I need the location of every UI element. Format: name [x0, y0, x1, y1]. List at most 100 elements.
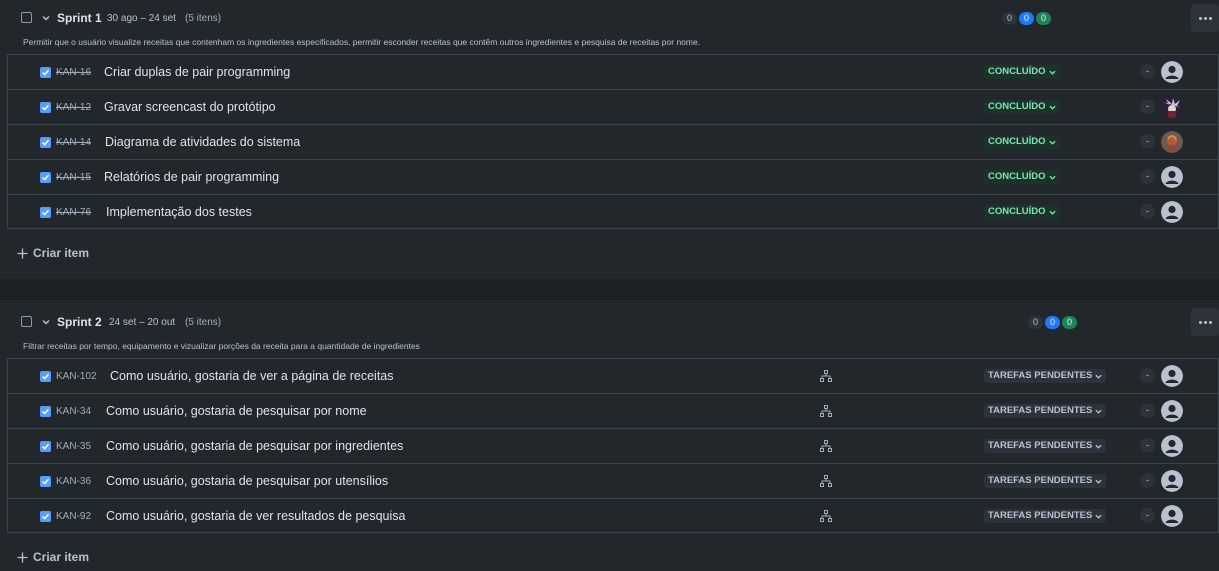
- status-dropdown[interactable]: TAREFAS PENDENTES: [984, 369, 1107, 383]
- todo-count-badge: 0: [1028, 316, 1043, 329]
- status-dropdown[interactable]: CONCLUÍDO: [984, 100, 1060, 114]
- create-item-label: Criar item: [33, 246, 90, 260]
- sprint-select-checkbox[interactable]: [21, 316, 32, 327]
- issue-key[interactable]: KAN-35: [56, 441, 91, 452]
- issue-key[interactable]: KAN-14: [56, 137, 91, 148]
- create-item-button[interactable]: Criar item: [17, 550, 89, 564]
- child-issues-icon[interactable]: [820, 370, 832, 382]
- story-points-field[interactable]: -: [1140, 64, 1155, 79]
- chevron-down-icon: [1048, 175, 1056, 180]
- create-item-button[interactable]: Criar item: [17, 246, 89, 260]
- status-label: CONCLUÍDO: [988, 101, 1046, 112]
- status-dropdown[interactable]: CONCLUÍDO: [984, 65, 1060, 79]
- status-dropdown[interactable]: CONCLUÍDO: [984, 170, 1060, 184]
- issue-title[interactable]: Implementação dos testes: [106, 205, 252, 219]
- more-actions-button[interactable]: [1191, 308, 1219, 336]
- issue-row[interactable]: KAN-76 Implementação dos testes CONCLUÍD…: [7, 194, 1219, 229]
- chevron-down-icon: [1095, 514, 1102, 519]
- issue-row[interactable]: KAN-34 Como usuário, gostaria de pesquis…: [7, 393, 1219, 428]
- sprint-header: Sprint 1 30 ago – 24 set (5 itens) 0 0 0: [0, 0, 1219, 36]
- issue-row[interactable]: KAN-35 Como usuário, gostaria de pesquis…: [7, 428, 1219, 463]
- issue-key[interactable]: KAN-34: [56, 406, 91, 417]
- issue-title[interactable]: Gravar screencast do protótipo: [104, 100, 276, 114]
- chevron-down-icon: [1048, 140, 1056, 145]
- story-points-field[interactable]: -: [1140, 508, 1155, 523]
- story-points-field[interactable]: -: [1140, 134, 1155, 149]
- child-issues-icon[interactable]: [820, 475, 832, 487]
- issue-row[interactable]: KAN-15 Relatórios de pair programming CO…: [7, 159, 1219, 194]
- checkbox-checked-icon[interactable]: [40, 371, 51, 382]
- chevron-down-icon: [1048, 105, 1056, 110]
- chevron-down-icon[interactable]: [42, 14, 50, 22]
- status-dropdown[interactable]: TAREFAS PENDENTES: [984, 404, 1107, 418]
- chevron-down-icon: [1095, 409, 1102, 414]
- checkbox-checked-icon[interactable]: [40, 406, 51, 417]
- default-avatar-icon[interactable]: [1161, 166, 1183, 188]
- status-dropdown[interactable]: CONCLUÍDO: [984, 135, 1060, 149]
- sprint-dates: 30 ago – 24 set: [107, 13, 176, 24]
- default-avatar-icon[interactable]: [1161, 505, 1183, 527]
- sprint-name: Sprint 1: [57, 11, 102, 25]
- story-points-field[interactable]: -: [1140, 169, 1155, 184]
- issue-key[interactable]: KAN-16: [56, 67, 91, 78]
- sprint-name: Sprint 2: [57, 315, 102, 329]
- issue-title[interactable]: Como usuário, gostaria de ver resultados…: [106, 509, 405, 523]
- issue-key[interactable]: KAN-92: [56, 511, 91, 522]
- status-dropdown[interactable]: TAREFAS PENDENTES: [984, 474, 1107, 488]
- checkbox-checked-icon[interactable]: [40, 441, 51, 452]
- chevron-down-icon[interactable]: [42, 318, 50, 326]
- issue-key[interactable]: KAN-36: [56, 476, 91, 487]
- default-avatar-icon[interactable]: [1161, 61, 1183, 83]
- todo-count-badge: 0: [1002, 12, 1017, 25]
- status-label: TAREFAS PENDENTES: [988, 440, 1093, 451]
- issue-title[interactable]: Como usuário, gostaria de ver a página d…: [110, 369, 394, 383]
- checkbox-checked-icon[interactable]: [40, 207, 51, 218]
- issue-key[interactable]: KAN-76: [56, 207, 91, 218]
- issue-row[interactable]: KAN-36 Como usuário, gostaria de pesquis…: [7, 463, 1219, 498]
- user-photo-avatar[interactable]: [1161, 131, 1183, 153]
- story-points-field[interactable]: -: [1140, 99, 1155, 114]
- status-label: TAREFAS PENDENTES: [988, 475, 1093, 486]
- child-issues-icon[interactable]: [820, 510, 832, 522]
- default-avatar-icon[interactable]: [1161, 201, 1183, 223]
- status-dropdown[interactable]: CONCLUÍDO: [984, 205, 1060, 219]
- issue-row[interactable]: KAN-16 Criar duplas de pair programming …: [7, 54, 1219, 89]
- issue-title[interactable]: Relatórios de pair programming: [104, 170, 279, 184]
- child-issues-icon[interactable]: [820, 405, 832, 417]
- status-dropdown[interactable]: TAREFAS PENDENTES: [984, 439, 1107, 453]
- default-avatar-icon[interactable]: [1161, 435, 1183, 457]
- default-avatar-icon[interactable]: [1161, 470, 1183, 492]
- checkbox-checked-icon[interactable]: [40, 137, 51, 148]
- checkbox-checked-icon[interactable]: [40, 172, 51, 183]
- child-issues-icon[interactable]: [820, 440, 832, 452]
- story-points-field[interactable]: -: [1140, 473, 1155, 488]
- default-avatar-icon[interactable]: [1161, 400, 1183, 422]
- sprint-goal: Filtrar receitas por tempo, equipamento …: [23, 341, 420, 351]
- story-points-field[interactable]: -: [1140, 368, 1155, 383]
- story-points-field[interactable]: -: [1140, 438, 1155, 453]
- issue-title[interactable]: Como usuário, gostaria de pesquisar por …: [106, 439, 403, 453]
- issue-title[interactable]: Diagrama de atividades do sistema: [105, 135, 300, 149]
- issue-title[interactable]: Como usuário, gostaria de pesquisar por …: [106, 474, 388, 488]
- checkbox-checked-icon[interactable]: [40, 67, 51, 78]
- checkbox-checked-icon[interactable]: [40, 476, 51, 487]
- default-avatar-icon[interactable]: [1161, 365, 1183, 387]
- status-dropdown[interactable]: TAREFAS PENDENTES: [984, 509, 1107, 523]
- issue-row[interactable]: KAN-102 Como usuário, gostaria de ver a …: [7, 358, 1219, 393]
- issue-title[interactable]: Como usuário, gostaria de pesquisar por …: [106, 404, 367, 418]
- issue-row[interactable]: KAN-14 Diagrama de atividades do sistema…: [7, 124, 1219, 159]
- issue-key[interactable]: KAN-15: [56, 172, 91, 183]
- more-actions-button[interactable]: [1191, 4, 1219, 32]
- issue-title[interactable]: Criar duplas de pair programming: [104, 65, 290, 79]
- issue-key[interactable]: KAN-12: [56, 102, 91, 113]
- checkbox-checked-icon[interactable]: [40, 102, 51, 113]
- user-photo-avatar[interactable]: [1161, 96, 1183, 118]
- checkbox-checked-icon[interactable]: [40, 511, 51, 522]
- issue-key[interactable]: KAN-102: [56, 371, 97, 382]
- story-points-field[interactable]: -: [1140, 204, 1155, 219]
- issue-row[interactable]: KAN-12 Gravar screencast do protótipo CO…: [7, 89, 1219, 124]
- issue-row[interactable]: KAN-92 Como usuário, gostaria de ver res…: [7, 498, 1219, 533]
- story-points-field[interactable]: -: [1140, 403, 1155, 418]
- done-count-badge: 0: [1062, 316, 1077, 329]
- sprint-select-checkbox[interactable]: [21, 12, 32, 23]
